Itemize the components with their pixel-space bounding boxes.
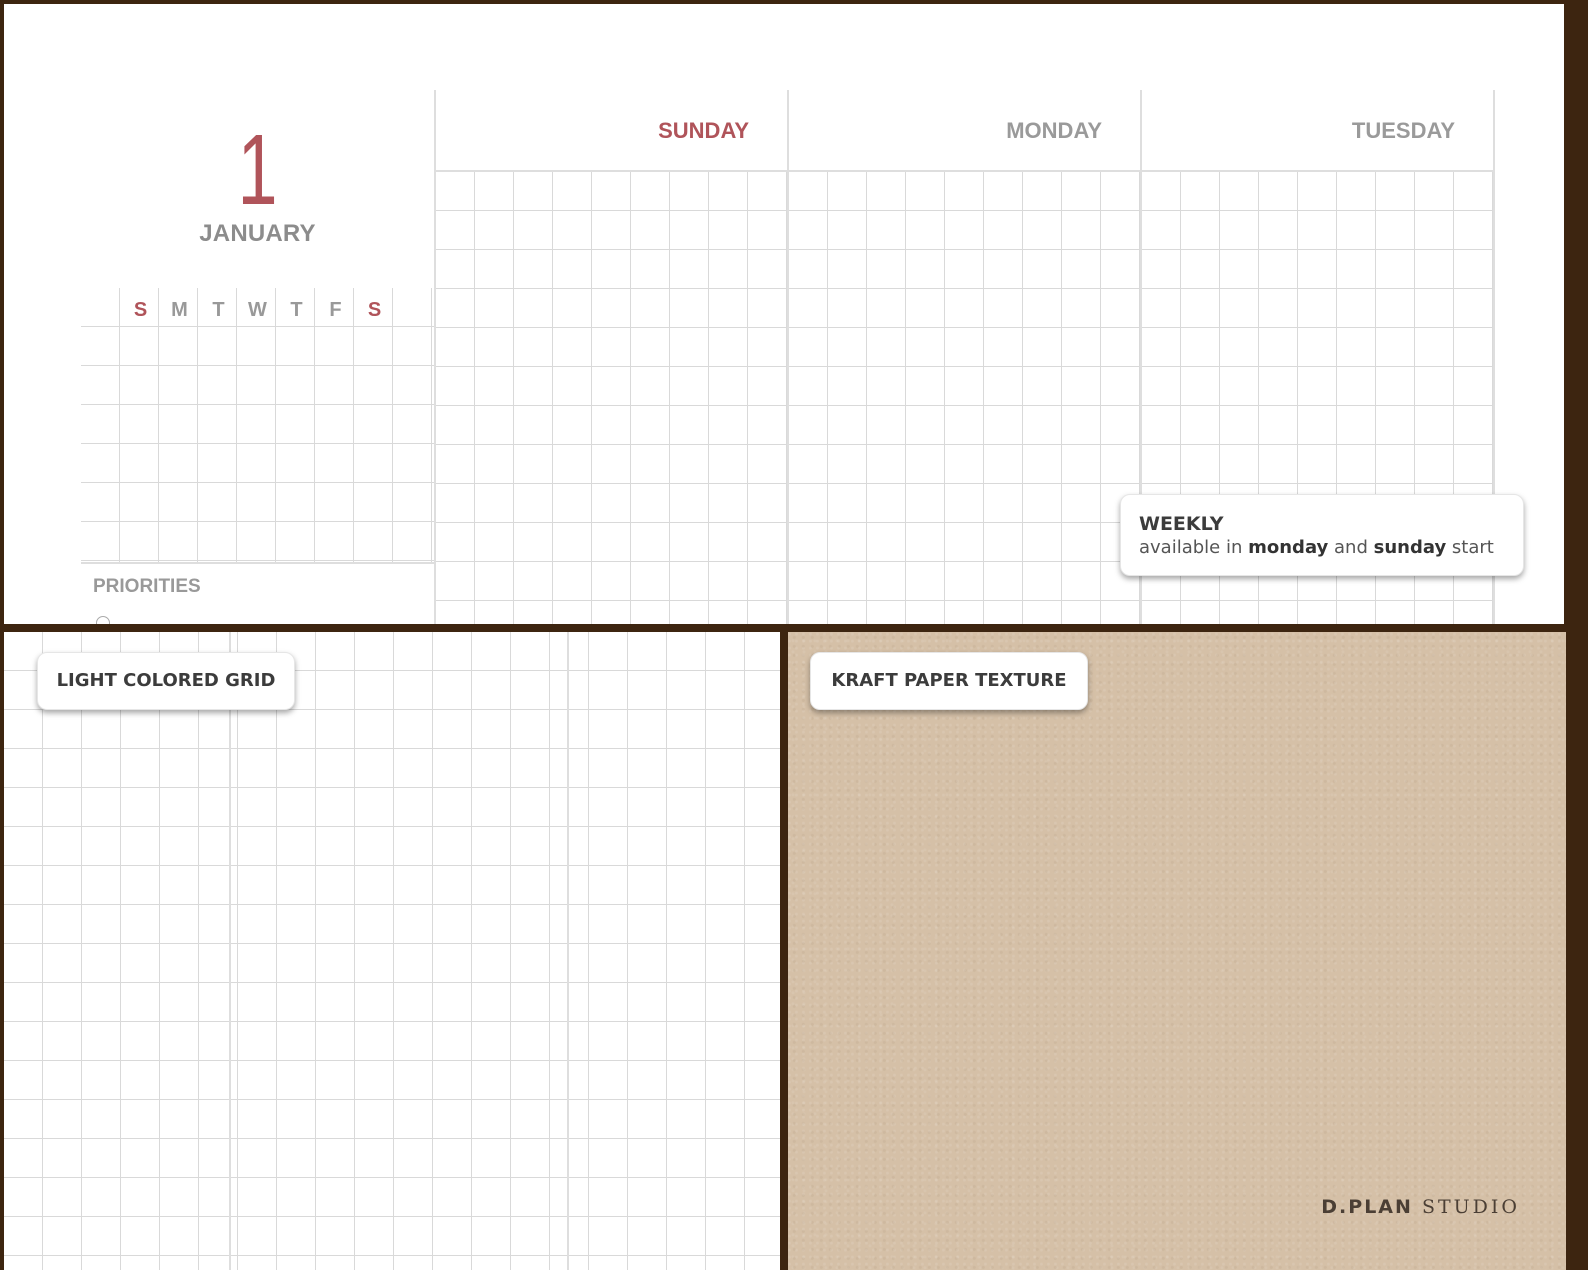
weekday-tuesday: T bbox=[212, 299, 225, 321]
grid-column-divider-1 bbox=[229, 632, 231, 1270]
weekly-text-1: available in bbox=[1139, 537, 1243, 558]
weekday-sunday: S bbox=[133, 299, 148, 321]
day-grid-sunday bbox=[436, 172, 787, 624]
priorities-section: PRIORITIES bbox=[81, 564, 434, 624]
grid-column-divider-2 bbox=[567, 632, 569, 1270]
day-number: 1 bbox=[237, 114, 278, 226]
weekday-saturday: S bbox=[367, 299, 382, 321]
weekly-bold-monday: monday bbox=[1248, 537, 1329, 558]
brand-bold: D.PLAN bbox=[1321, 1196, 1413, 1218]
day-header-tuesday: TUESDAY bbox=[1142, 90, 1493, 170]
weekly-description: available in monday and sunday start bbox=[1139, 537, 1494, 558]
day-label-sunday: SUNDAY bbox=[658, 118, 749, 143]
day-header-monday: MONDAY bbox=[789, 90, 1140, 170]
day-label-monday: MONDAY bbox=[1006, 118, 1102, 143]
kraft-callout: KRAFT PAPER TEXTURE bbox=[810, 652, 1088, 710]
weekly-text-3: start bbox=[1451, 537, 1494, 558]
date-block: 1 JANUARY bbox=[81, 90, 434, 288]
light-grid-preview bbox=[4, 632, 780, 1270]
priorities-label: PRIORITIES bbox=[93, 576, 201, 597]
kraft-paper-preview: D.PLAN STUDIO bbox=[788, 632, 1566, 1270]
day-header-sunday: SUNDAY bbox=[436, 90, 787, 170]
weekly-bold-sunday: sunday bbox=[1373, 537, 1447, 558]
light-grid-callout: LIGHT COLORED GRID bbox=[37, 652, 295, 710]
month-name: JANUARY bbox=[199, 220, 316, 247]
weekday-thursday: T bbox=[290, 299, 303, 321]
day-grid-monday bbox=[789, 172, 1140, 624]
weekday-friday: F bbox=[329, 299, 342, 321]
mini-calendar-grid bbox=[81, 288, 434, 562]
weekly-callout: WEEKLY available in monday and sunday st… bbox=[1120, 494, 1524, 576]
priority-checkbox-icon[interactable] bbox=[96, 616, 110, 624]
light-grid-label: LIGHT COLORED GRID bbox=[56, 670, 276, 691]
weekday-monday: M bbox=[171, 299, 188, 321]
kraft-label: KRAFT PAPER TEXTURE bbox=[831, 670, 1067, 691]
mini-calendar-weekdays: S M T W T F S bbox=[81, 294, 434, 326]
weekly-title: WEEKLY bbox=[1139, 513, 1224, 535]
brand-logo: D.PLAN STUDIO bbox=[1321, 1196, 1520, 1218]
weekly-text-2: and bbox=[1334, 537, 1368, 558]
weekday-wednesday: W bbox=[248, 299, 267, 321]
day-label-tuesday: TUESDAY bbox=[1351, 118, 1455, 143]
brand-light: STUDIO bbox=[1421, 1196, 1520, 1218]
